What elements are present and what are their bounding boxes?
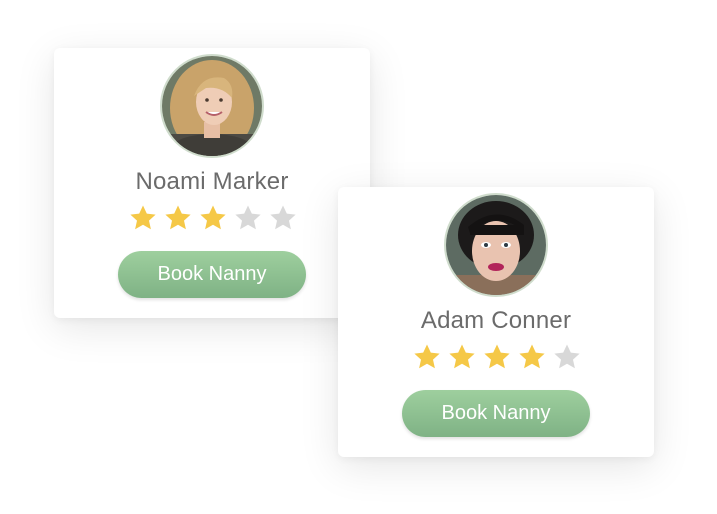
nanny-name: Adam Conner xyxy=(420,307,572,334)
star-empty-icon xyxy=(268,203,298,233)
star-empty-icon xyxy=(233,203,263,233)
star-filled-icon xyxy=(412,342,442,372)
nanny-card: Adam Conner Book Nanny xyxy=(338,187,654,457)
star-filled-icon xyxy=(128,203,158,233)
star-empty-icon xyxy=(552,342,582,372)
star-filled-icon xyxy=(447,342,477,372)
star-rating xyxy=(412,342,582,372)
star-filled-icon xyxy=(163,203,193,233)
star-filled-icon xyxy=(517,342,547,372)
star-rating xyxy=(128,203,298,233)
avatar xyxy=(444,193,548,297)
star-filled-icon xyxy=(482,342,512,372)
nanny-card: Noami Marker Book Nanny xyxy=(54,48,370,318)
nanny-name: Noami Marker xyxy=(135,168,289,195)
book-nanny-button[interactable]: Book Nanny xyxy=(402,390,590,437)
avatar xyxy=(160,54,264,158)
star-filled-icon xyxy=(198,203,228,233)
book-nanny-button[interactable]: Book Nanny xyxy=(118,251,306,298)
